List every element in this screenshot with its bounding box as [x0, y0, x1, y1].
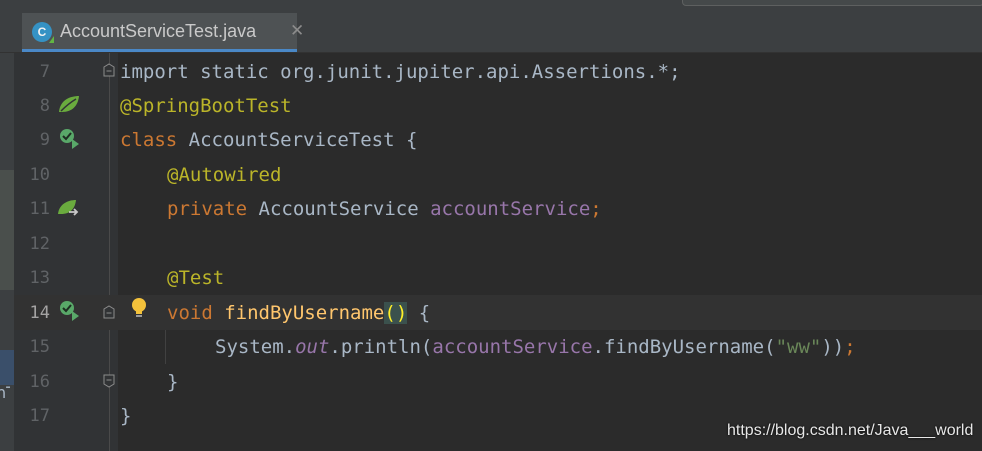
line-number-current: 14 — [29, 303, 50, 323]
code-line-7[interactable]: import static org.junit.jupiter.api.Asse… — [120, 61, 681, 83]
paren-open: ( — [420, 336, 433, 358]
method-call: .findByUsername( — [592, 336, 776, 358]
line-number: 9 — [39, 130, 50, 150]
system-ref: System. — [215, 336, 296, 358]
keyword-class: class — [120, 129, 178, 151]
tab-account-service-test[interactable]: C AccountServiceTest.java ✕ — [22, 13, 304, 52]
tool-window-strip-highlight — [0, 170, 14, 290]
keyword-void: void — [167, 302, 213, 324]
watermark: https://blog.csdn.net/Java___world — [727, 422, 974, 439]
code-line-13[interactable]: @Test — [167, 267, 224, 289]
caret-row-highlight — [14, 295, 982, 330]
matched-parens: () — [384, 302, 408, 324]
fold-import-icon[interactable] — [103, 63, 115, 77]
fold-method-end-icon[interactable] — [103, 374, 115, 388]
code-line-9[interactable]: class AccountServiceTest { — [120, 129, 417, 151]
line-number: 13 — [29, 268, 50, 288]
run-test-icon[interactable] — [57, 126, 83, 150]
line-number: 16 — [29, 372, 50, 392]
java-class-icon: C — [32, 22, 54, 43]
code-line-16[interactable]: } — [167, 371, 178, 393]
string-literal: "ww" — [775, 336, 822, 358]
field-ref: accountService — [432, 336, 593, 358]
code-line-14[interactable]: void findByUsername() { — [167, 302, 430, 324]
line-number: 7 — [39, 62, 50, 82]
line-number: 10 — [29, 165, 50, 185]
semicolon: ; — [844, 336, 856, 358]
gutter-divider — [109, 53, 110, 451]
line-number: 8 — [39, 96, 50, 116]
open-brace: { — [407, 302, 431, 324]
line-number: 11 — [29, 199, 50, 219]
spring-leaf-icon[interactable] — [56, 92, 82, 116]
static-out: out — [295, 336, 330, 358]
code-line-11[interactable]: private AccountService accountService; — [167, 198, 602, 220]
tool-window-strip-selection — [0, 350, 14, 385]
line-number: 17 — [29, 406, 50, 426]
code-line-17[interactable]: } — [120, 405, 131, 427]
run-test-icon[interactable] — [57, 298, 83, 322]
code-line-15[interactable]: System.out.println(accountService.findBy… — [215, 336, 856, 358]
semicolon: ; — [590, 198, 602, 220]
field-name: accountService — [430, 198, 591, 220]
class-declaration: AccountServiceTest { — [177, 129, 418, 151]
lightbulb-icon[interactable] — [130, 296, 148, 320]
method-name: findByUsername — [224, 302, 385, 324]
println-call: .println — [329, 336, 421, 358]
indent-guide — [165, 330, 166, 364]
keyword-private: private — [167, 198, 248, 220]
close-parens: )) — [821, 336, 845, 358]
top-toolbar-edge — [682, 0, 982, 6]
autowired-navigate-icon[interactable] — [56, 196, 82, 220]
code-line-8[interactable]: @SpringBootTest — [120, 95, 292, 117]
line-number: 15 — [29, 337, 50, 357]
editor-tab-bar: C AccountServiceTest.java ✕ — [0, 0, 982, 53]
line-number: 12 — [29, 234, 50, 254]
code-line-10[interactable]: @Autowired — [167, 164, 281, 186]
fold-method-icon[interactable] — [103, 305, 115, 319]
close-tab-icon[interactable]: ✕ — [290, 21, 304, 41]
field-type: AccountService — [247, 198, 431, 220]
tool-window-fragment: nT — [0, 383, 10, 402]
tab-title: AccountServiceTest.java — [60, 21, 257, 41]
